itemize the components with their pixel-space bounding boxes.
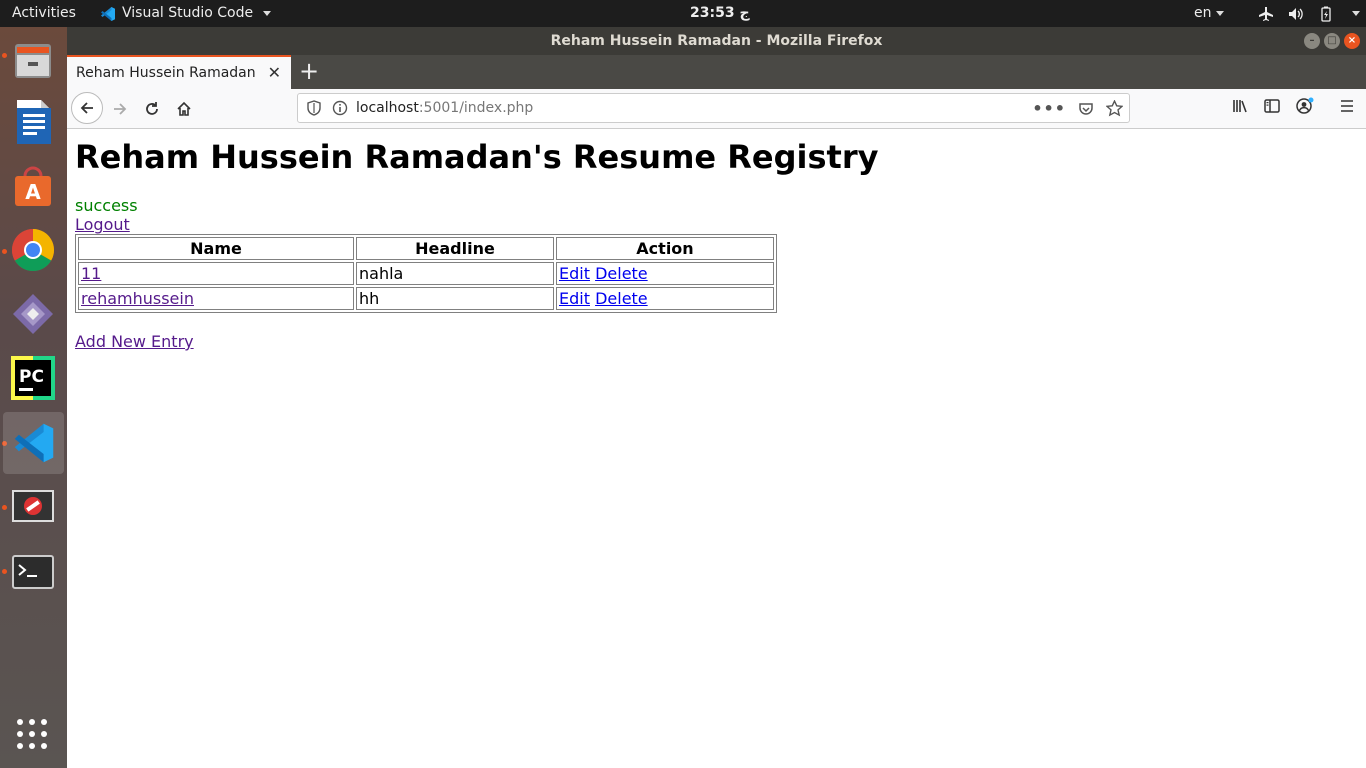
files-icon[interactable] bbox=[8, 35, 58, 85]
battery-icon bbox=[1321, 6, 1331, 22]
vscode-icon bbox=[101, 6, 115, 21]
table-row: 11 nahla Edit Delete bbox=[78, 262, 774, 285]
clock[interactable]: 23:53 ج bbox=[690, 0, 750, 27]
sidebar-icon[interactable] bbox=[1263, 97, 1281, 115]
dock: A PC bbox=[0, 27, 67, 768]
blocked-app-icon[interactable] bbox=[8, 482, 58, 532]
pocket-icon[interactable] bbox=[1078, 101, 1094, 117]
chrome-icon[interactable] bbox=[8, 225, 58, 275]
account-icon[interactable] bbox=[1295, 97, 1315, 115]
remote-desktop-icon[interactable] bbox=[8, 289, 58, 339]
resume-table: Name Headline Action 11 nahla Edit Delet… bbox=[75, 234, 777, 313]
action-cell: Edit Delete bbox=[556, 287, 774, 310]
shield-icon[interactable] bbox=[306, 100, 322, 116]
forward-button[interactable] bbox=[104, 93, 136, 125]
tab-strip: Reham Hussein Ramadan ✕ + bbox=[67, 55, 1366, 89]
svg-text:A: A bbox=[25, 180, 41, 204]
app-menu[interactable]: Visual Studio Code bbox=[100, 0, 272, 27]
table-row: rehamhussein hh Edit Delete bbox=[78, 287, 774, 310]
page-title: Reham Hussein Ramadan's Resume Registry bbox=[75, 138, 879, 176]
home-button[interactable] bbox=[168, 93, 200, 125]
running-indicator bbox=[2, 249, 7, 254]
window-controls: – □ × bbox=[1304, 33, 1360, 49]
terminal-icon[interactable] bbox=[8, 547, 58, 597]
chevron-down-icon bbox=[263, 11, 272, 16]
svg-text:PC: PC bbox=[19, 367, 44, 387]
gnome-top-bar: Activities Visual Studio Code 23:53 ج en bbox=[0, 0, 1366, 27]
close-tab-icon[interactable]: ✕ bbox=[268, 63, 281, 82]
url-host: localhost bbox=[356, 100, 419, 116]
app-menu-label: Visual Studio Code bbox=[122, 5, 254, 21]
language-label: en bbox=[1194, 5, 1212, 21]
name-cell: rehamhussein bbox=[78, 287, 354, 310]
pycharm-icon[interactable]: PC bbox=[8, 353, 58, 403]
toolbar-right bbox=[1231, 97, 1357, 115]
profile-link[interactable]: 11 bbox=[81, 264, 101, 283]
show-applications-icon[interactable] bbox=[17, 719, 49, 751]
home-icon bbox=[177, 101, 191, 116]
minimize-icon[interactable]: – bbox=[1304, 33, 1320, 49]
column-header-headline: Headline bbox=[356, 237, 554, 260]
column-header-name: Name bbox=[78, 237, 354, 260]
url-bar[interactable]: localhost:5001/index.php ••• bbox=[297, 93, 1130, 123]
chevron-down-icon bbox=[1352, 11, 1360, 16]
vscode-dock-icon[interactable] bbox=[3, 412, 64, 474]
running-indicator bbox=[2, 505, 7, 510]
edit-link[interactable]: Edit bbox=[559, 264, 590, 283]
url-text[interactable]: localhost:5001/index.php bbox=[356, 100, 533, 116]
library-icon[interactable] bbox=[1231, 97, 1249, 115]
close-window-icon[interactable]: × bbox=[1344, 33, 1360, 49]
software-center-icon[interactable]: A bbox=[8, 161, 58, 211]
table-header-row: Name Headline Action bbox=[78, 237, 774, 260]
writer-icon[interactable] bbox=[8, 97, 58, 147]
name-cell: 11 bbox=[78, 262, 354, 285]
headline-cell: nahla bbox=[356, 262, 554, 285]
browser-tab[interactable]: Reham Hussein Ramadan ✕ bbox=[67, 55, 291, 89]
reload-button[interactable] bbox=[136, 93, 168, 125]
page-actions-icon[interactable]: ••• bbox=[1032, 99, 1066, 118]
flash-message: success bbox=[75, 196, 138, 215]
back-button[interactable] bbox=[71, 92, 103, 124]
running-indicator bbox=[2, 53, 7, 58]
activities-button[interactable]: Activities bbox=[12, 0, 76, 27]
edit-link[interactable]: Edit bbox=[559, 289, 590, 308]
delete-link[interactable]: Delete bbox=[595, 264, 648, 283]
new-tab-icon[interactable]: + bbox=[299, 57, 319, 85]
info-icon[interactable] bbox=[332, 100, 348, 116]
profile-link[interactable]: rehamhussein bbox=[81, 289, 194, 308]
maximize-icon[interactable]: □ bbox=[1324, 33, 1340, 49]
reload-icon bbox=[146, 102, 158, 115]
url-actions: ••• bbox=[1032, 99, 1123, 118]
page-content: Reham Hussein Ramadan's Resume Registry … bbox=[67, 130, 1366, 768]
airplane-mode-icon bbox=[1259, 6, 1273, 21]
delete-link[interactable]: Delete bbox=[595, 289, 648, 308]
tab-title: Reham Hussein Ramadan bbox=[76, 65, 256, 81]
language-indicator[interactable]: en bbox=[1194, 0, 1224, 27]
arrow-right-icon bbox=[114, 103, 127, 115]
action-cell: Edit Delete bbox=[556, 262, 774, 285]
add-new-entry-link[interactable]: Add New Entry bbox=[75, 332, 194, 351]
url-path: :5001/index.php bbox=[418, 100, 534, 116]
bookmark-star-icon[interactable] bbox=[1106, 100, 1123, 117]
arrow-left-icon bbox=[80, 102, 93, 114]
system-tray[interactable] bbox=[1258, 0, 1360, 27]
headline-cell: hh bbox=[356, 287, 554, 310]
volume-icon bbox=[1289, 7, 1303, 20]
logout-link[interactable]: Logout bbox=[75, 215, 130, 234]
column-header-action: Action bbox=[556, 237, 774, 260]
window-title: Reham Hussein Ramadan - Mozilla Firefox bbox=[550, 33, 883, 49]
chevron-down-icon bbox=[1215, 10, 1224, 16]
navigation-bar: localhost:5001/index.php ••• bbox=[67, 89, 1366, 129]
running-indicator bbox=[2, 569, 7, 574]
hamburger-menu-icon[interactable] bbox=[1337, 97, 1357, 115]
window-title-bar: Reham Hussein Ramadan - Mozilla Firefox … bbox=[67, 27, 1366, 55]
